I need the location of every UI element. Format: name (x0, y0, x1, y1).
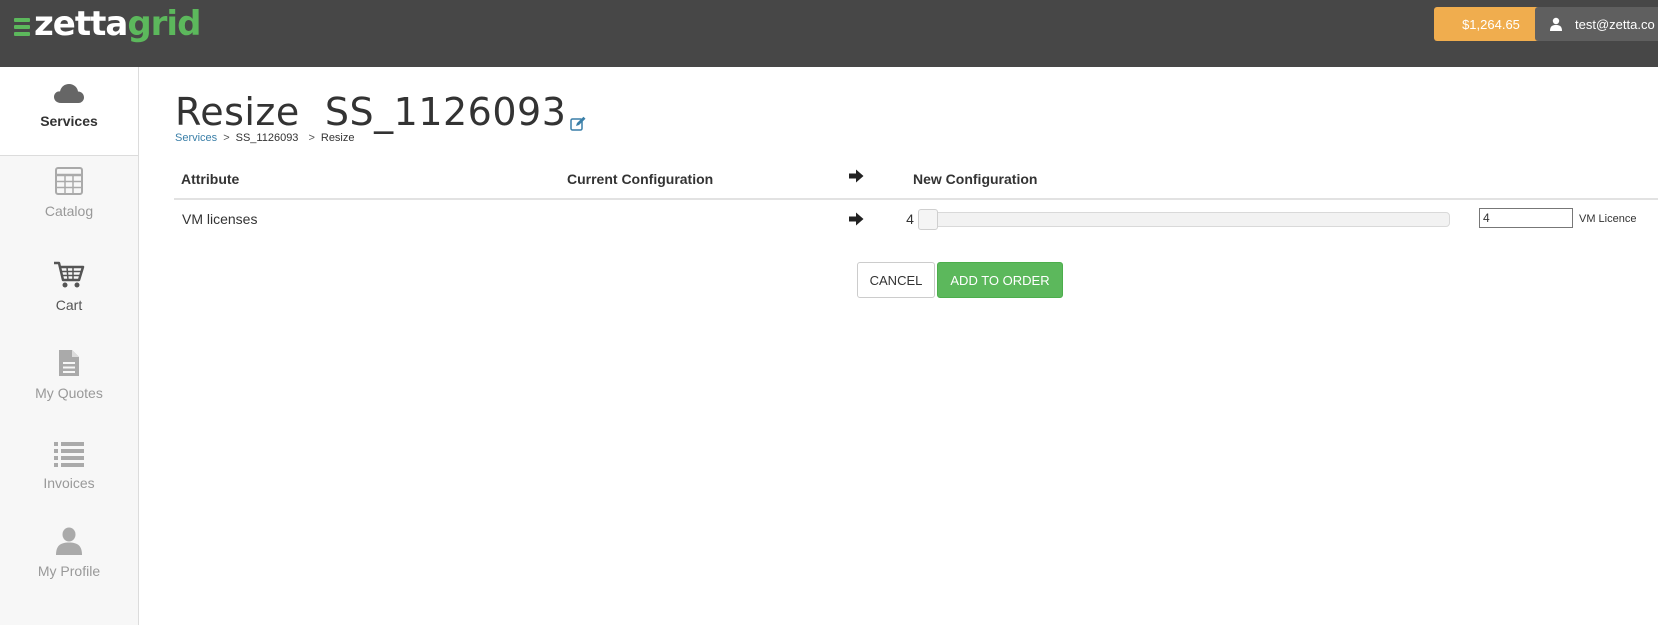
breadcrumb-item-current: Resize (320, 132, 355, 144)
arrow-right-icon (849, 169, 864, 186)
catalog-icon (55, 159, 83, 195)
sidebar-item-my-profile[interactable]: My Profile (0, 519, 138, 609)
sidebar-item-label: My Profile (37, 563, 101, 579)
user-email: test@zetta.co (1575, 16, 1655, 32)
sidebar-item-catalog[interactable]: Catalog (0, 159, 138, 249)
sidebar-item-label: Services (40, 113, 98, 129)
column-header-attribute: Attribute (181, 171, 240, 187)
logo-text-grid: grid (127, 4, 201, 44)
arrow-right-icon (849, 212, 864, 229)
account-balance-button[interactable]: $1,264.65 (1434, 7, 1548, 41)
logo-bars-icon (14, 18, 30, 36)
add-to-order-button[interactable]: ADD TO ORDER (937, 262, 1063, 298)
list-icon (54, 431, 84, 467)
document-icon (58, 341, 80, 377)
sidebar-item-label: My Quotes (35, 385, 103, 401)
cloud-icon (53, 67, 85, 105)
slider-handle[interactable] (918, 209, 938, 230)
top-bar: zetta grid $1,264.65 test@zetta.co (0, 0, 1658, 67)
table-row: VM licenses 4 VM Licence VM Licence (174, 199, 1658, 241)
attribute-cell: VM licenses (182, 211, 258, 227)
sidebar-item-cart[interactable]: Cart (0, 253, 138, 343)
quantity-unit-label: VM Licence (1579, 213, 1637, 225)
user-icon (1550, 17, 1562, 31)
breadcrumb-separator: > (308, 132, 315, 144)
sidebar-item-my-quotes[interactable]: My Quotes (0, 341, 138, 431)
cart-icon (53, 253, 85, 289)
edit-icon[interactable] (570, 96, 586, 140)
column-header-current-configuration: Current Configuration (567, 171, 714, 187)
sidebar-item-invoices[interactable]: Invoices (0, 431, 138, 521)
zettagrid-logo[interactable]: zetta grid (14, 4, 201, 44)
breadcrumb-link-services[interactable]: Services (175, 132, 217, 144)
sidebar-item-label: Cart (55, 297, 83, 313)
user-menu-button[interactable]: test@zetta.co (1535, 7, 1658, 41)
breadcrumb: Services > SS_1126093 > Resize (175, 132, 355, 144)
sidebar-item-services[interactable]: Services (0, 67, 138, 156)
cancel-button[interactable]: CANCEL (857, 262, 935, 298)
breadcrumb-separator: > (223, 132, 230, 144)
table-header: Attribute Current Configuration New Conf… (174, 160, 1658, 200)
license-quantity-input[interactable] (1479, 208, 1573, 228)
sidebar: Services Catalog Cart My Quotes Invoices… (0, 67, 139, 625)
sidebar-item-label: Catalog (44, 203, 94, 219)
column-header-new-configuration: New Configuration (913, 171, 1038, 187)
sidebar-item-label: Invoices (43, 475, 95, 491)
logo-text-zetta: zetta (34, 4, 128, 44)
user-icon (56, 519, 82, 555)
page-title-text: Resize SS_1126093 (175, 90, 567, 134)
license-quantity-slider[interactable] (918, 209, 1450, 230)
breadcrumb-item-service-id: SS_1126093 (235, 132, 299, 144)
